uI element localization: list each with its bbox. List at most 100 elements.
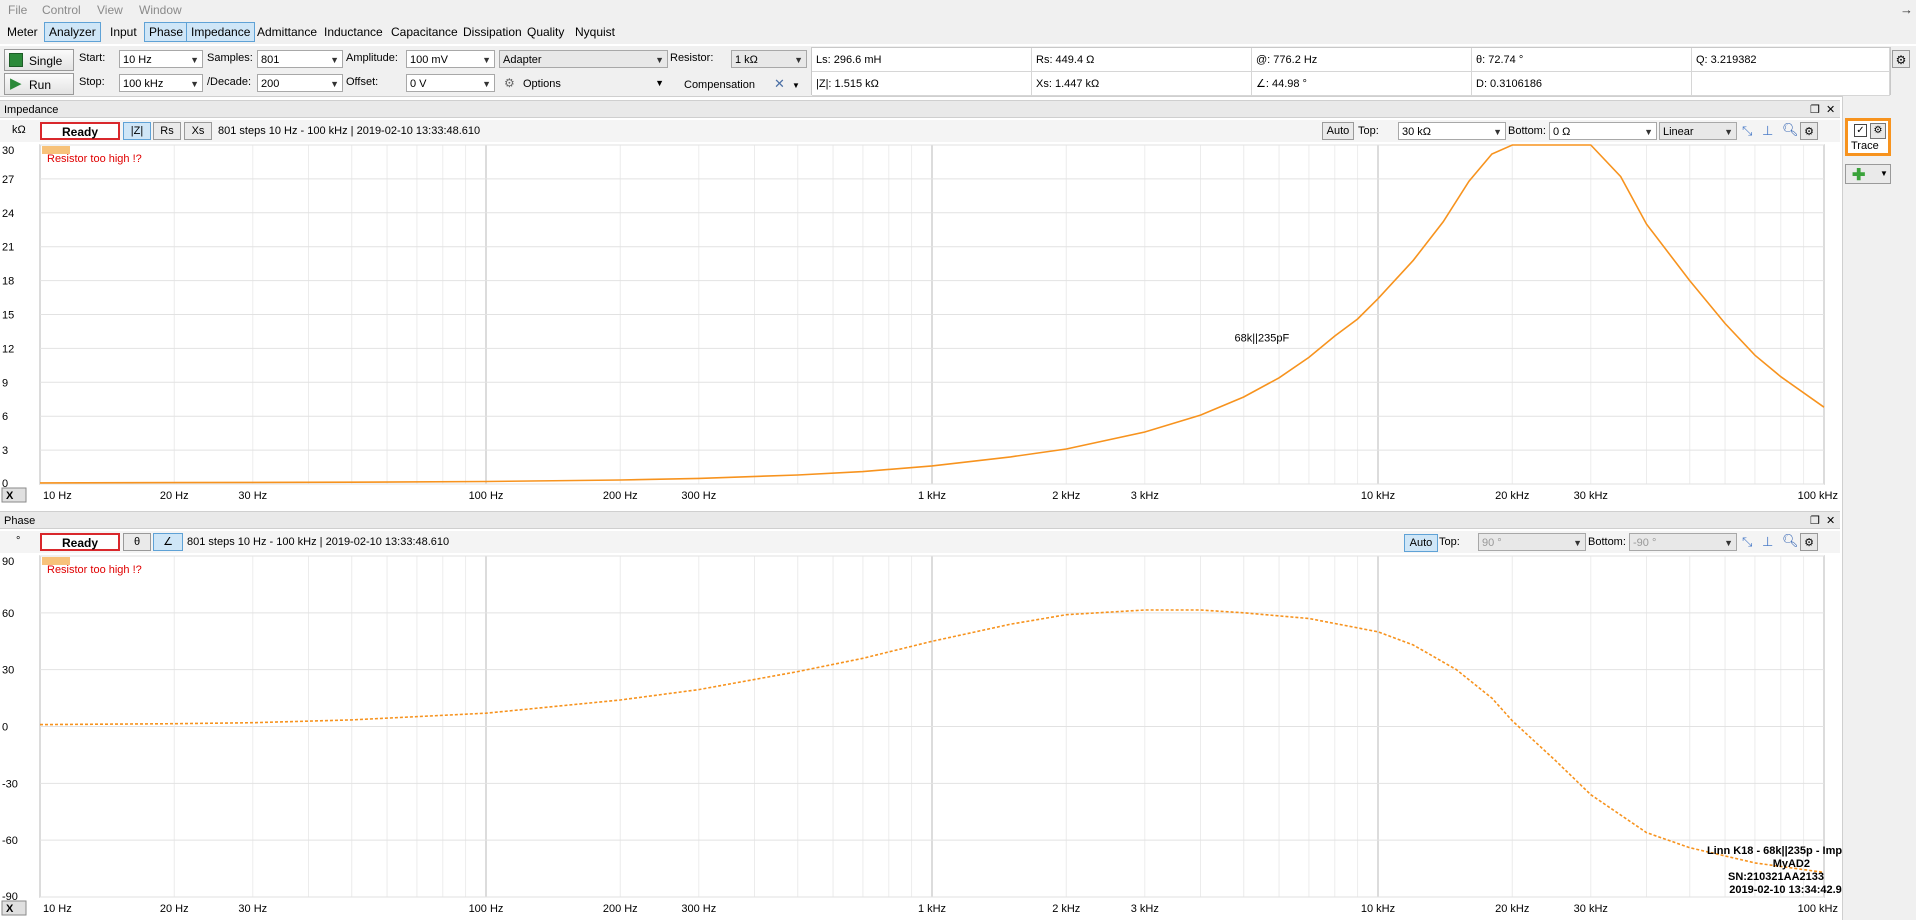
x-tick-label: 20 Hz	[160, 903, 189, 915]
gear-icon: ⚙	[504, 76, 515, 90]
phase-unit-label: °	[16, 535, 21, 547]
start-select[interactable]: 10 Hz ▼	[119, 50, 203, 68]
tab-inductance[interactable]: Inductance	[319, 22, 388, 42]
chevron-down-icon[interactable]: ▼	[792, 81, 800, 90]
run-button[interactable]: ▶ Run	[4, 73, 74, 95]
bottom-value: -90 °	[1633, 537, 1657, 549]
run-label: Run	[29, 78, 52, 92]
x-tick-label: 100 Hz	[469, 903, 504, 915]
tab-dissipation[interactable]: Dissipation	[458, 22, 527, 42]
impedance-subbar: kΩ Ready |Z| Rs Xs 801 steps 10 Hz - 100…	[0, 120, 1840, 142]
single-button[interactable]: Single	[4, 49, 74, 71]
samples-select[interactable]: 801 ▼	[257, 50, 343, 68]
measure-tool-icon[interactable]: ⊥	[1762, 534, 1773, 550]
warning-text: Resistor too high !?	[47, 564, 142, 576]
adapter-select[interactable]: Adapter ▼	[499, 50, 668, 68]
close-icon[interactable]: ✕	[1826, 101, 1835, 119]
chevron-down-icon: ▼	[1880, 169, 1888, 178]
y-tick-label: 24	[2, 208, 14, 220]
single-label: Single	[29, 54, 63, 68]
bottom-value: 0 Ω	[1553, 126, 1571, 138]
trace-side-panel: ✓ ⚙ Trace ✚ ▼	[1842, 96, 1916, 920]
menu-window[interactable]: Window	[139, 3, 182, 17]
scale-value: Linear	[1663, 126, 1694, 138]
trace-selector[interactable]: ✓ ⚙ Trace	[1845, 118, 1891, 156]
stop-select[interactable]: 100 kHz ▼	[119, 74, 203, 92]
y-tick-label: 30	[2, 145, 14, 157]
adapter-value: Adapter	[503, 54, 542, 66]
chevron-down-icon: ▼	[482, 79, 491, 89]
measurements-grid: Ls: 296.6 mH Rs: 449.4 Ω @: 776.2 Hz θ: …	[811, 47, 1891, 96]
restore-window-icon[interactable]: ❐	[1810, 101, 1820, 119]
restore-window-icon[interactable]: ❐	[1810, 512, 1820, 530]
measurement-q: Q: 3.219382	[1692, 48, 1890, 72]
angle-button[interactable]: ∠	[153, 533, 183, 551]
offset-select[interactable]: 0 V ▼	[406, 74, 495, 92]
measurement-angle: ∠: 44.98 °	[1252, 72, 1472, 96]
measure-tool-icon[interactable]: ⊥	[1762, 123, 1773, 139]
auto-scale-button[interactable]: Auto	[1322, 122, 1354, 140]
menu-file[interactable]: File	[8, 3, 27, 17]
bottom-select[interactable]: 0 Ω ▼	[1549, 122, 1657, 140]
xs-button[interactable]: Xs	[184, 122, 212, 140]
single-step-icon	[9, 53, 23, 67]
compensation-tool-icon[interactable]: ✕	[774, 76, 785, 92]
y-tick-label: -60	[2, 835, 18, 847]
auto-scale-button[interactable]: Auto	[1404, 534, 1438, 552]
zoom-icon[interactable]: 🔍︎	[1782, 122, 1799, 138]
tab-admittance[interactable]: Admittance	[252, 22, 322, 42]
amplitude-select[interactable]: 100 mV ▼	[406, 50, 495, 68]
stop-label: Stop:	[79, 76, 105, 88]
phase-acquisition-info: 801 steps 10 Hz - 100 kHz | 2019-02-10 1…	[187, 536, 450, 548]
top-value: 90 °	[1482, 537, 1502, 549]
measurement-theta: θ: 72.74 °	[1472, 48, 1692, 72]
zoom-icon[interactable]: 🔍︎	[1782, 533, 1799, 549]
cursor-tool-icon[interactable]: ⤡	[1742, 534, 1752, 550]
x-tick-label: 300 Hz	[681, 490, 716, 502]
trace-annotation: 68k||235pF	[1235, 333, 1290, 345]
menu-control[interactable]: Control	[42, 3, 81, 17]
x-tick-label: 10 Hz	[43, 903, 72, 915]
close-icon[interactable]: ✕	[1826, 512, 1835, 530]
tab-capacitance[interactable]: Capacitance	[386, 22, 463, 42]
x-tick-label: 2 kHz	[1052, 903, 1080, 915]
x-tick-label: 3 kHz	[1131, 903, 1159, 915]
top-select[interactable]: 90 ° ▼	[1478, 533, 1586, 551]
plot-settings-icon[interactable]: ⚙	[1800, 122, 1818, 140]
tab-meter[interactable]: Meter	[2, 22, 43, 42]
tab-input[interactable]: Input	[105, 22, 142, 42]
tab-phase[interactable]: Phase	[144, 22, 189, 42]
tab-impedance[interactable]: Impedance	[186, 22, 256, 42]
x-tick-label: 3 kHz	[1131, 490, 1159, 502]
x-axis-label: X	[6, 490, 14, 502]
add-trace-button[interactable]: ✚ ▼	[1845, 164, 1891, 184]
z-magnitude-button[interactable]: |Z|	[123, 122, 151, 140]
tab-nyquist[interactable]: Nyquist	[570, 22, 620, 42]
impedance-chart[interactable]: 03691215182124273010 Hz 20 Hz 30 Hz 100 Hz 2…	[0, 142, 1840, 506]
x-tick-label: 1 kHz	[918, 490, 946, 502]
decade-select[interactable]: 200 ▼	[257, 74, 343, 92]
trace-visible-checkbox[interactable]: ✓	[1854, 124, 1867, 137]
tab-analyzer[interactable]: Analyzer	[44, 22, 101, 42]
phase-chart[interactable]: 9060300-30-60-9010 Hz 20 Hz 30 Hz 100 Hz 200…	[0, 553, 1840, 920]
plot-settings-icon[interactable]: ⚙	[1800, 533, 1818, 551]
options-menu[interactable]: ⚙ Options ▼	[501, 76, 668, 94]
menu-view[interactable]: View	[97, 3, 123, 17]
forward-arrow-icon[interactable]: →	[1900, 2, 1913, 17]
rs-button[interactable]: Rs	[153, 122, 181, 140]
cursor-tool-icon[interactable]: ⤡	[1742, 123, 1752, 139]
top-select[interactable]: 30 kΩ ▼	[1398, 122, 1506, 140]
measurement-xs: Xs: 1.447 kΩ	[1032, 72, 1252, 96]
bottom-select[interactable]: -90 ° ▼	[1629, 533, 1737, 551]
y-tick-label: 18	[2, 276, 14, 288]
x-tick-label: 30 Hz	[238, 490, 267, 502]
scale-select[interactable]: Linear ▼	[1659, 122, 1737, 140]
impedance-title: Impedance	[4, 104, 59, 116]
offset-label: Offset:	[346, 76, 379, 88]
theta-button[interactable]: θ	[123, 533, 151, 551]
tab-quality[interactable]: Quality	[522, 22, 569, 42]
trace-settings-icon[interactable]: ⚙	[1870, 123, 1886, 139]
resistor-select[interactable]: 1 kΩ ▼	[731, 50, 807, 68]
x-tick-label: 200 Hz	[603, 903, 638, 915]
config-gear-icon[interactable]: ⚙	[1892, 50, 1910, 68]
